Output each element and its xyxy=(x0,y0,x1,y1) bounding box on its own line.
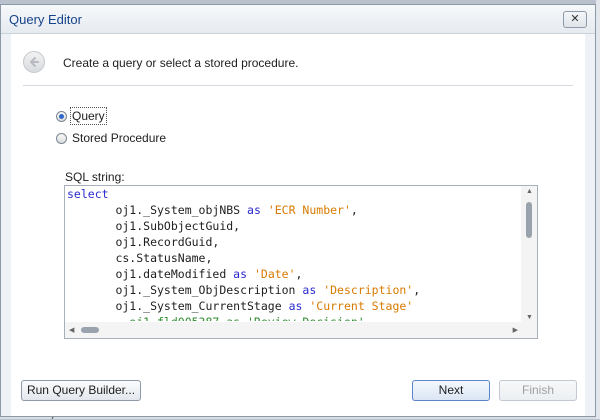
radio-button[interactable] xyxy=(56,132,67,144)
scroll-left-icon[interactable]: ◀ xyxy=(69,326,74,334)
sql-code-line: oj1._System_objNBS as 'ECR Number', xyxy=(67,203,358,217)
horizontal-scrollbar[interactable]: ◀ ▶ xyxy=(65,322,522,338)
radio-query[interactable]: Query xyxy=(56,107,107,125)
sql-code-line: --oj1.fld005387 as 'Review Decision' xyxy=(67,314,522,321)
sql-code-line: select xyxy=(67,187,109,201)
wizard-page: Create a query or select a stored proced… xyxy=(11,34,585,416)
radio-stored-procedure-label: Stored Procedure xyxy=(72,131,167,145)
scroll-up-icon[interactable]: ▲ xyxy=(526,188,533,195)
arrow-left-icon xyxy=(30,57,39,67)
run-query-builder-button[interactable]: Run Query Builder... xyxy=(21,380,141,401)
background-app-right-edge xyxy=(596,0,600,419)
finish-button: Finish xyxy=(499,380,577,401)
title-bar: Query Editor ✕ xyxy=(1,5,595,34)
sql-code-line: oj1._System_ObjDescription as 'Descripti… xyxy=(67,283,421,297)
scroll-down-icon[interactable]: ▼ xyxy=(526,314,533,321)
wizard-instruction: Create a query or select a stored proced… xyxy=(63,56,299,70)
query-editor-dialog: Query Editor ✕ Create a query or select … xyxy=(0,4,596,417)
sql-editor[interactable]: select oj1._System_objNBS as 'ECR Number… xyxy=(64,185,538,339)
close-button[interactable]: ✕ xyxy=(563,11,587,28)
sql-string-label: SQL string: xyxy=(65,170,125,184)
radio-query-label: Query xyxy=(70,107,107,125)
next-button[interactable]: Next xyxy=(412,380,490,401)
sql-code-line: oj1.RecordGuid, xyxy=(67,235,220,249)
sql-code-line: cs.StatusName, xyxy=(67,251,213,265)
radio-button-selected[interactable] xyxy=(56,110,67,122)
close-icon: ✕ xyxy=(570,13,580,25)
vertical-scroll-thumb[interactable] xyxy=(526,202,532,238)
scroll-right-icon[interactable]: ▶ xyxy=(513,326,518,334)
dialog-title: Query Editor xyxy=(9,12,82,27)
wizard-header: Create a query or select a stored proced… xyxy=(11,34,585,84)
sql-code-line: oj1.SubObjectGuid, xyxy=(67,219,241,233)
sql-code-area[interactable]: select oj1._System_objNBS as 'ECR Number… xyxy=(67,186,522,321)
header-divider xyxy=(23,85,573,86)
radio-stored-procedure[interactable]: Stored Procedure xyxy=(56,131,166,145)
vertical-scrollbar[interactable]: ▲ ▼ xyxy=(521,186,537,323)
sql-code-line: oj1._System_CurrentStage as 'Current Sta… xyxy=(67,299,414,313)
scrollbar-corner xyxy=(521,322,537,338)
back-button[interactable] xyxy=(23,51,45,73)
horizontal-scroll-thumb[interactable] xyxy=(81,327,99,333)
sql-code-line: oj1.dateModified as 'Date', xyxy=(67,267,303,281)
